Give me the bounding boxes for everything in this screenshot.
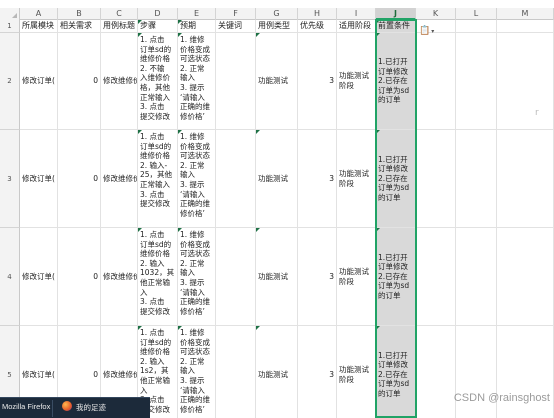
row-header-1[interactable]: 1 (0, 20, 20, 33)
cell-type[interactable]: 功能测试 (256, 33, 298, 130)
cell-priority[interactable]: 3 (298, 130, 337, 228)
cell-stage[interactable]: 功能测试 阶段 (337, 326, 376, 418)
cell-type[interactable]: 功能测试 (256, 130, 298, 228)
cell-requirement[interactable]: 0 (58, 228, 101, 326)
column-header-b[interactable]: B (58, 8, 101, 20)
cell-expected[interactable]: 1. 维修 价格变成 可选状态 2. 正常 输入 3. 提示 ‘请输入 正确的维… (178, 33, 216, 130)
empty-cell[interactable] (456, 33, 497, 130)
watermark: CSDN @rainsghost (453, 392, 550, 404)
cell-precondition[interactable]: 1.已打开 订单修改 2.已存在 订单为sd 的订单 (376, 33, 416, 130)
cell-title[interactable]: 修改维修价 (101, 33, 138, 130)
column-header-c[interactable]: C (101, 8, 138, 20)
header-cell[interactable]: 用例标题 (101, 20, 138, 33)
column-header-m[interactable]: M (497, 8, 554, 20)
cell-title[interactable]: 修改维修价 (101, 130, 138, 228)
column-header-f[interactable]: F (216, 8, 256, 20)
cell-priority[interactable]: 3 (298, 228, 337, 326)
empty-cell[interactable] (416, 228, 456, 326)
empty-cell[interactable] (497, 33, 554, 130)
empty-cell[interactable] (456, 326, 497, 418)
taskbar: Mozilla Firefox 我的足迹 (0, 397, 150, 418)
row-number: 5 (7, 370, 12, 379)
empty-cell[interactable] (497, 130, 554, 228)
cell-module[interactable]: 修改订单( (20, 130, 58, 228)
empty-cell[interactable] (497, 228, 554, 326)
cell-module[interactable]: 修改订单( (20, 228, 58, 326)
cell-priority[interactable]: 3 (298, 326, 337, 418)
cell-keywords[interactable] (216, 326, 256, 418)
header-cell[interactable]: 步骤 (138, 20, 178, 33)
row-header-3[interactable]: 3 (0, 130, 20, 228)
column-header-k[interactable]: K (416, 8, 456, 20)
header-cell[interactable]: 预期 (178, 20, 216, 33)
column-header-l[interactable]: L (456, 8, 497, 20)
header-cell[interactable]: 适用阶段 (337, 20, 376, 33)
firefox-icon[interactable] (62, 401, 72, 411)
cell-expected[interactable]: 1. 维修 价格变成 可选状态 2. 正常 输入 3. 提示 ‘请输入 正确的维… (178, 228, 216, 326)
cell-type[interactable]: 功能测试 (256, 326, 298, 418)
cell-precondition[interactable]: 1.已打开 订单修改 2.已存在 订单为sd 的订单 (376, 326, 416, 418)
header-cell[interactable]: 所属模块 (20, 20, 58, 33)
column-header-h[interactable]: H (298, 8, 337, 20)
empty-cell[interactable] (456, 228, 497, 326)
cell-requirement[interactable]: 0 (58, 130, 101, 228)
cell-precondition[interactable]: 1.已打开 订单修改 2.已存在 订单为sd 的订单 (376, 228, 416, 326)
empty-cell[interactable] (416, 130, 456, 228)
cell-stage[interactable]: 功能测试 阶段 (337, 33, 376, 130)
row-number: 3 (7, 174, 12, 183)
cell-expected[interactable]: 1. 维修 价格变成 可选状态 2. 正常 输入 3. 提示 ‘请输入 正确的维… (178, 326, 216, 418)
chevron-down-icon[interactable]: ▾ (431, 28, 434, 35)
empty-cell[interactable] (497, 326, 554, 418)
empty-cell[interactable] (456, 130, 497, 228)
cell-keywords[interactable] (216, 228, 256, 326)
column-header-e[interactable]: E (178, 8, 216, 20)
cell-stage[interactable]: 功能测试 阶段 (337, 228, 376, 326)
column-header-a[interactable]: A (20, 8, 58, 20)
cell-title[interactable]: 修改维修价 (101, 228, 138, 326)
empty-cell[interactable] (497, 20, 554, 33)
column-header-d[interactable]: D (138, 8, 178, 20)
column-header-i[interactable]: I (337, 8, 376, 20)
paste-options-icon[interactable]: 📋▾ (419, 26, 435, 36)
header-cell[interactable]: 前置条件 (376, 20, 416, 33)
empty-cell[interactable] (416, 326, 456, 418)
cell-keywords[interactable] (216, 33, 256, 130)
cell-steps[interactable]: 1. 点击 订单sd的 维修价格 2. 输入- 25，其他 正常输入 3. 点击… (138, 130, 178, 228)
header-cell[interactable]: 用例类型 (256, 20, 298, 33)
row-header-4[interactable]: 4 (0, 228, 20, 326)
column-header-g[interactable]: G (256, 8, 298, 20)
cell-steps[interactable]: 1. 点击 订单sd的 维修价格 2. 输入 1032，其 他正常输 入 3. … (138, 228, 178, 326)
cell-stage[interactable]: 功能测试 阶段 (337, 130, 376, 228)
empty-cell[interactable] (456, 20, 497, 33)
spreadsheet: ABCDEFGHIJKLM 1 2 3 4 5 所属模块 相关需求 用例标题 步骤 预期 关键词 用例… (0, 0, 554, 418)
header-cell[interactable]: 相关需求 (58, 20, 101, 33)
cell-priority[interactable]: 3 (298, 33, 337, 130)
header-cell[interactable]: 关键词 (216, 20, 256, 33)
cell-precondition[interactable]: 1.已打开 订单修改 2.已存在 订单为sd 的订单 (376, 130, 416, 228)
row-number: 1 (7, 22, 12, 30)
cell-expected[interactable]: 1. 维修 价格变成 可选状态 2. 正常 输入 3. 提示 ‘请输入 正确的维… (178, 130, 216, 228)
row-number: 2 (7, 77, 12, 85)
column-header-j[interactable]: J (376, 8, 416, 20)
cell-module[interactable]: 修改订单( (20, 33, 58, 130)
column-header-row: ABCDEFGHIJKLM (0, 8, 554, 20)
taskbar-tab-title[interactable]: 我的足迹 (76, 402, 106, 413)
row-number: 4 (7, 272, 12, 281)
row-header-2[interactable]: 2 (0, 33, 20, 130)
cell-requirement[interactable]: 0 (58, 33, 101, 130)
taskbar-app-title[interactable]: Mozilla Firefox (2, 402, 50, 411)
header-cell[interactable]: 优先级 (298, 20, 337, 33)
select-all-corner[interactable] (0, 8, 20, 20)
empty-cell[interactable] (416, 33, 456, 130)
taskbar-separator (52, 400, 53, 417)
cell-type[interactable]: 功能测试 (256, 228, 298, 326)
cell-keywords[interactable] (216, 130, 256, 228)
cell-steps[interactable]: 1. 点击 订单sd的 维修价格 2. 不输 入维修价 格，其他 正常输入 3.… (138, 33, 178, 130)
floating-mark: r (535, 108, 539, 118)
